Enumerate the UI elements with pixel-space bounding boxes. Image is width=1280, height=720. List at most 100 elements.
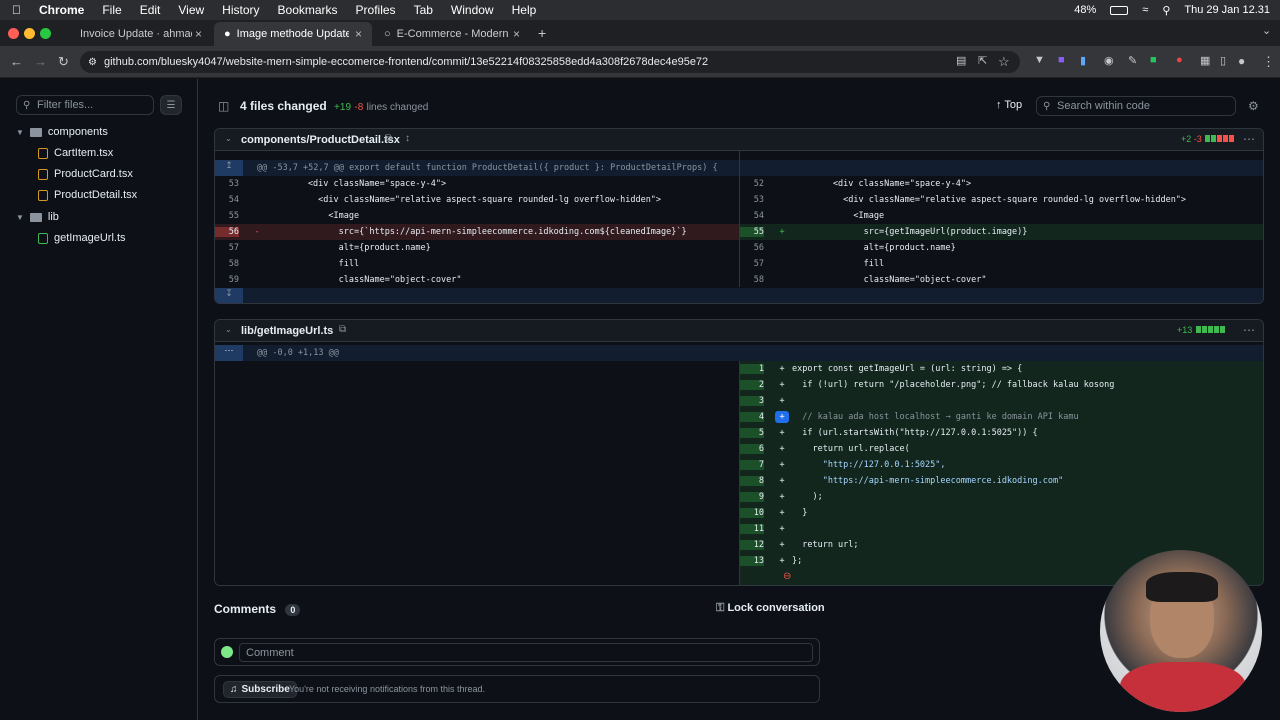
chevron-down-icon[interactable]: ⌄	[225, 134, 232, 143]
translate-icon[interactable]: ▤	[956, 54, 966, 67]
toggle-file-tree-icon[interactable]: ◫	[218, 99, 229, 113]
close-tab-icon[interactable]: ×	[513, 27, 520, 41]
diff-sign	[247, 275, 267, 285]
menu-history[interactable]: History	[222, 3, 259, 17]
extension-icon[interactable]: ◉	[1104, 54, 1114, 67]
profile-avatar-icon[interactable]: ●	[1238, 54, 1245, 68]
extension-icon[interactable]: ■	[1058, 54, 1065, 66]
search-within-code-input[interactable]: ⚲ Search within code	[1036, 96, 1236, 116]
clock[interactable]: Thu 29 Jan 12.31	[1184, 4, 1270, 16]
menu-view[interactable]: View	[178, 3, 204, 17]
extension-icon[interactable]: ✎	[1128, 54, 1137, 67]
menu-help[interactable]: Help	[512, 3, 537, 17]
menu-file[interactable]: File	[102, 3, 121, 17]
diff-sign	[772, 243, 792, 253]
url-text: github.com/bluesky4047/website-mern-simp…	[104, 56, 709, 68]
site-info-icon[interactable]: ⚙	[88, 57, 97, 68]
diff-sign	[772, 179, 792, 189]
extension-icon[interactable]: ▼	[1034, 54, 1045, 66]
extension-icon[interactable]: ●	[1176, 54, 1183, 66]
arrow-up-icon: ↑	[996, 99, 1002, 111]
address-bar[interactable]: ⚙ github.com/bluesky4047/website-mern-si…	[80, 51, 1020, 73]
menu-bookmarks[interactable]: Bookmarks	[278, 3, 338, 17]
close-window-button[interactable]	[8, 28, 19, 39]
sidebar-icon[interactable]: ▯	[1220, 54, 1226, 67]
more-options-icon[interactable]: ⋯	[1243, 323, 1255, 337]
expand-up-icon[interactable]: ↥	[215, 160, 243, 176]
forward-icon[interactable]: →	[34, 54, 47, 69]
more-options-icon[interactable]: ⋯	[1243, 132, 1255, 146]
code-text: <div className="space-y-4">	[792, 179, 972, 189]
menu-tab[interactable]: Tab	[414, 3, 433, 17]
tab-ecommerce[interactable]: ○ E-Commerce - Modern E-con ×	[374, 22, 530, 46]
code-text: fill	[267, 259, 360, 269]
tree-label: getImageUrl.ts	[54, 232, 126, 244]
comments-count-badge: 0	[285, 604, 301, 616]
empty-left-pane	[215, 361, 739, 585]
settings-gear-icon[interactable]: ⚙	[1248, 99, 1259, 113]
folder-icon	[29, 127, 42, 137]
copy-icon[interactable]: ⧉	[385, 133, 392, 144]
file-name[interactable]: components/ProductDetail.tsx	[241, 134, 400, 146]
new-tab-button[interactable]: +	[538, 25, 546, 41]
diff-sign	[247, 211, 267, 221]
diffstat-bar	[1213, 326, 1219, 333]
tab-search-icon[interactable]: ⌄	[1262, 24, 1271, 37]
file-header: ⌄ components/ProductDetail.tsx ⧉ ↕ +2 -3…	[215, 129, 1263, 151]
diff-sign: -	[254, 227, 260, 237]
battery-icon[interactable]	[1110, 5, 1129, 15]
tree-folder-lib[interactable]: ▼ lib	[16, 211, 59, 223]
comment-input[interactable]: Comment	[239, 643, 813, 662]
reload-icon[interactable]: ↻	[58, 54, 69, 70]
tree-file-getimageurl[interactable]: getImageUrl.ts	[38, 232, 126, 244]
bookmark-star-icon[interactable]: ☆	[998, 54, 1010, 70]
share-icon[interactable]: ⇱	[978, 54, 987, 67]
chevron-down-icon[interactable]: ⌄	[225, 325, 232, 334]
apple-icon[interactable]: 	[12, 3, 21, 17]
extension-icon[interactable]: ▮	[1080, 54, 1086, 67]
add-comment-button[interactable]: +	[775, 411, 789, 423]
code-text: return url;	[792, 540, 859, 550]
tree-file-productcard[interactable]: ProductCard.tsx	[38, 168, 133, 180]
diff-sign: +	[779, 540, 785, 550]
top-button[interactable]: ↑ Top	[996, 99, 1022, 111]
minimize-window-button[interactable]	[24, 28, 35, 39]
menu-profiles[interactable]: Profiles	[356, 3, 396, 17]
back-icon[interactable]: ←	[10, 54, 23, 69]
tree-file-cartitem[interactable]: CartItem.tsx	[38, 147, 113, 159]
tab-invoice-update[interactable]: Invoice Update · ahmadhafid ×	[70, 22, 212, 46]
diffstat-deletions: -3	[1193, 134, 1202, 144]
lock-conversation-button[interactable]: ⚿ Lock conversation	[716, 602, 825, 615]
tree-folder-components[interactable]: ▼ components	[16, 126, 108, 138]
expand-down-icon[interactable]: ↧	[215, 288, 243, 303]
extensions-puzzle-icon[interactable]: ▦	[1200, 54, 1210, 67]
diff-sign: +	[779, 508, 785, 518]
search-icon[interactable]: ⚲	[1162, 4, 1170, 17]
person-hair	[1146, 572, 1218, 602]
maximize-window-button[interactable]	[40, 28, 51, 39]
file-name[interactable]: lib/getImageUrl.ts	[241, 325, 333, 337]
filter-placeholder: Filter files...	[37, 99, 94, 111]
filter-files-input[interactable]: ⚲ Filter files...	[16, 95, 154, 115]
close-tab-icon[interactable]: ×	[355, 27, 362, 41]
tree-file-productdetail[interactable]: ProductDetail.tsx	[38, 189, 137, 201]
close-tab-icon[interactable]: ×	[195, 27, 202, 41]
more-menu-icon[interactable]: ⋮	[1262, 54, 1275, 70]
subscribe-label: Subscribe	[241, 684, 290, 695]
copy-icon[interactable]: ⧉	[339, 324, 346, 335]
extension-icon[interactable]: ■	[1150, 54, 1157, 66]
tab-image-methode-update[interactable]: ● Image methode Update · blu ×	[214, 22, 372, 46]
subscribe-button[interactable]: ♫ Subscribe	[223, 681, 297, 698]
tree-label: components	[47, 126, 108, 138]
expand-all-icon[interactable]: ⋯	[215, 345, 243, 361]
menu-app-name[interactable]: Chrome	[39, 3, 84, 17]
diffstat-bar	[1217, 135, 1223, 142]
menu-window[interactable]: Window	[451, 3, 494, 17]
diffstat-additions: +2	[1181, 134, 1192, 144]
menu-edit[interactable]: Edit	[140, 3, 161, 17]
expand-icon[interactable]: ↕	[405, 133, 410, 144]
top-label: Top	[1004, 99, 1023, 111]
filter-options-button[interactable]: ☰	[160, 95, 182, 115]
diff-line-added: 3 +	[740, 393, 1263, 409]
wifi-icon[interactable]: ≈	[1142, 4, 1148, 16]
